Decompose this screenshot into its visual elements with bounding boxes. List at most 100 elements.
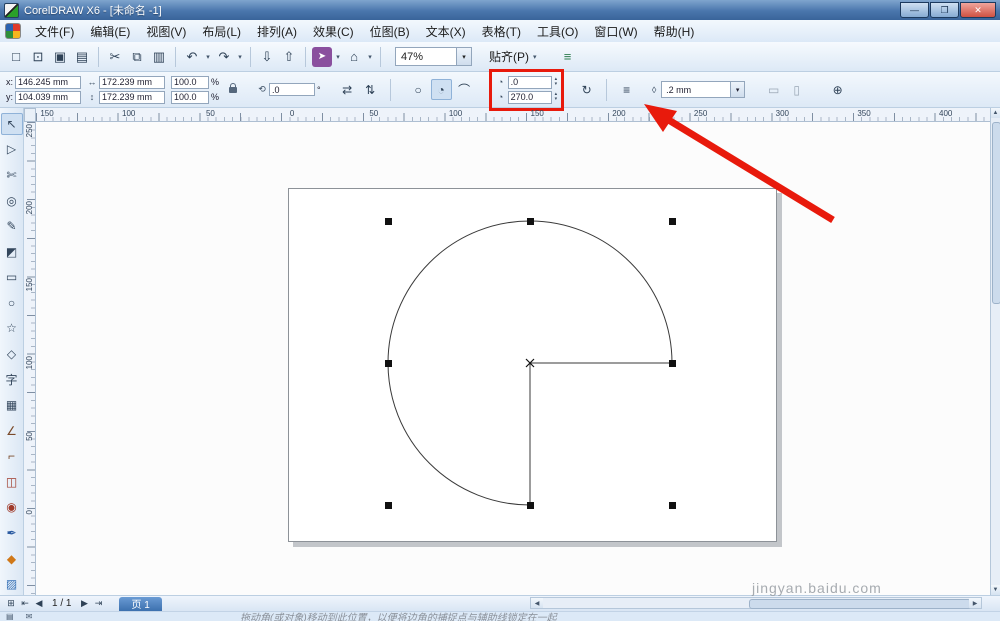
selection-handle[interactable]	[669, 218, 676, 225]
menu-item-11[interactable]: 帮助(H)	[646, 21, 703, 42]
vertical-scrollbar[interactable]: ▲ ▼	[990, 108, 1000, 595]
open-icon[interactable]: ⊡	[28, 47, 48, 67]
text-tool[interactable]: 字	[1, 369, 23, 391]
crop-tool[interactable]: ✄	[1, 164, 23, 186]
paste-icon[interactable]: ▥	[149, 47, 169, 67]
redo-icon[interactable]: ↷	[214, 47, 234, 67]
menu-item-7[interactable]: 文本(X)	[418, 21, 474, 42]
interactive-fill-tool[interactable]: ▨	[1, 573, 23, 595]
snap-to-button[interactable]: 贴齐(P) ▾	[484, 46, 542, 67]
object-width-input[interactable]: 172.239 mm	[99, 75, 166, 89]
arc-button[interactable]: ⌒	[454, 79, 475, 100]
change-direction-button[interactable]: ↻	[576, 79, 597, 100]
basic-shapes-tool[interactable]: ◇	[1, 343, 23, 365]
connector-tool[interactable]: ⌐	[1, 446, 23, 468]
color-eyedropper-tool[interactable]: ✒	[1, 522, 23, 544]
welcome-screen-dropdown-caret[interactable]: ▾	[366, 53, 374, 61]
menu-item-4[interactable]: 排列(A)	[249, 21, 305, 42]
pie-start-angle-input[interactable]: .0	[507, 75, 552, 89]
undo-dropdown-caret[interactable]: ▾	[204, 53, 212, 61]
text-wrap-button[interactable]: ≡	[616, 79, 637, 100]
pie-button[interactable]: ◔	[430, 79, 452, 100]
menu-item-0[interactable]: 文件(F)	[27, 21, 82, 42]
save-icon[interactable]: ▣	[50, 47, 70, 67]
polygon-tool[interactable]: ☆	[1, 318, 23, 340]
selection-handle[interactable]	[527, 502, 534, 509]
x-position-input[interactable]: 146.245 mm	[15, 75, 82, 89]
ellipse-button[interactable]: ○	[408, 79, 429, 100]
export-icon[interactable]: ⇧	[279, 47, 299, 67]
menu-item-3[interactable]: 布局(L)	[194, 21, 249, 42]
blend-tool[interactable]: ◫	[1, 471, 23, 493]
menu-item-5[interactable]: 效果(C)	[305, 21, 362, 42]
first-page-icon[interactable]: ⇤	[18, 598, 32, 609]
menu-item-9[interactable]: 工具(O)	[529, 21, 586, 42]
spinner[interactable]: ▴ ▾	[555, 92, 558, 102]
freehand-tool[interactable]: ✎	[1, 215, 23, 237]
maximize-button[interactable]: ❐	[930, 2, 959, 18]
menu-item-2[interactable]: 视图(V)	[138, 21, 194, 42]
add-page-icon[interactable]: ⊞	[4, 598, 18, 609]
welcome-screen-icon[interactable]: ⌂	[344, 47, 364, 67]
zoom-tool[interactable]: ◎	[1, 190, 23, 212]
fill-tool[interactable]: ◆	[1, 548, 23, 570]
parallel-dimension-tool[interactable]: ∠	[1, 420, 23, 442]
selection-handle[interactable]	[385, 218, 392, 225]
new-document-icon[interactable]: □	[6, 47, 26, 67]
close-button[interactable]: ✕	[960, 2, 996, 18]
minimize-button[interactable]: —	[900, 2, 929, 18]
mail-icon[interactable]: ✉	[26, 612, 33, 621]
object-height-input[interactable]: 172.239 mm	[99, 90, 166, 104]
quick-customize-icon[interactable]: ⊕	[827, 79, 848, 100]
drawing-canvas[interactable]	[36, 122, 990, 595]
scale-x-input[interactable]: 100.0	[171, 75, 210, 89]
document-info-icon[interactable]: ▤	[6, 612, 14, 621]
table-tool[interactable]: ▦	[1, 394, 23, 416]
selection-handle[interactable]	[669, 502, 676, 509]
outline-width-select[interactable]: .2 mm ▾	[661, 81, 746, 98]
scroll-down-icon[interactable]: ▼	[991, 585, 1000, 595]
redo-dropdown-caret[interactable]: ▾	[236, 53, 244, 61]
ruler-origin-box[interactable]	[24, 108, 36, 122]
options-icon[interactable]: ≡	[558, 47, 578, 67]
import-icon[interactable]: ⇩	[257, 47, 277, 67]
spinner[interactable]: ▴ ▾	[555, 77, 558, 87]
menu-item-10[interactable]: 窗口(W)	[586, 21, 645, 42]
y-position-input[interactable]: 104.039 mm	[15, 90, 82, 104]
cut-icon[interactable]: ✂	[105, 47, 125, 67]
print-icon[interactable]: ▤	[72, 47, 92, 67]
previous-page-icon[interactable]: ◀	[32, 598, 46, 609]
contour-tool[interactable]: ◉	[1, 497, 23, 519]
next-page-icon[interactable]: ▶	[77, 598, 91, 609]
vertical-ruler[interactable]: 250 200 150 100 50 0	[24, 122, 36, 595]
pick-tool[interactable]: ↖	[0, 113, 23, 135]
smart-fill-tool[interactable]: ◩	[1, 241, 23, 263]
selection-handle[interactable]	[669, 360, 676, 367]
selection-handle[interactable]	[527, 218, 534, 225]
scroll-left-icon[interactable]: ◀	[531, 598, 543, 608]
mirror-vertical-button[interactable]: ⇅	[360, 79, 381, 100]
page-tab[interactable]: 页 1	[119, 596, 162, 611]
menu-item-1[interactable]: 编辑(E)	[82, 21, 138, 42]
selection-handle[interactable]	[385, 360, 392, 367]
horizontal-scrollbar[interactable]: ◀ ▶	[530, 597, 982, 609]
to-back-button[interactable]: ▯	[786, 79, 807, 100]
ellipse-tool[interactable]: ○	[1, 292, 23, 314]
last-page-icon[interactable]: ⇥	[91, 598, 105, 609]
horizontal-ruler[interactable]: 150 100 50 0 50 100 150 200 250 300 350 400	[36, 108, 990, 122]
shape-tool[interactable]: ▷	[1, 139, 23, 161]
vertical-scroll-thumb[interactable]	[992, 122, 1000, 304]
scroll-right-icon[interactable]: ▶	[969, 598, 981, 608]
selection-handle[interactable]	[385, 502, 392, 509]
application-launcher-dropdown-caret[interactable]: ▾	[334, 53, 342, 61]
scroll-up-icon[interactable]: ▲	[991, 108, 1000, 118]
horizontal-scroll-thumb[interactable]	[749, 599, 971, 609]
application-launcher-icon[interactable]: ➤	[312, 46, 332, 67]
copy-icon[interactable]: ⧉	[127, 47, 147, 67]
menu-item-6[interactable]: 位图(B)	[362, 21, 418, 42]
menu-item-8[interactable]: 表格(T)	[474, 21, 529, 42]
mirror-horizontal-button[interactable]: ⇄	[337, 79, 358, 100]
undo-icon[interactable]: ↶	[182, 47, 202, 67]
to-front-button[interactable]: ▭	[763, 79, 784, 100]
rectangle-tool[interactable]: ▭	[1, 266, 23, 288]
